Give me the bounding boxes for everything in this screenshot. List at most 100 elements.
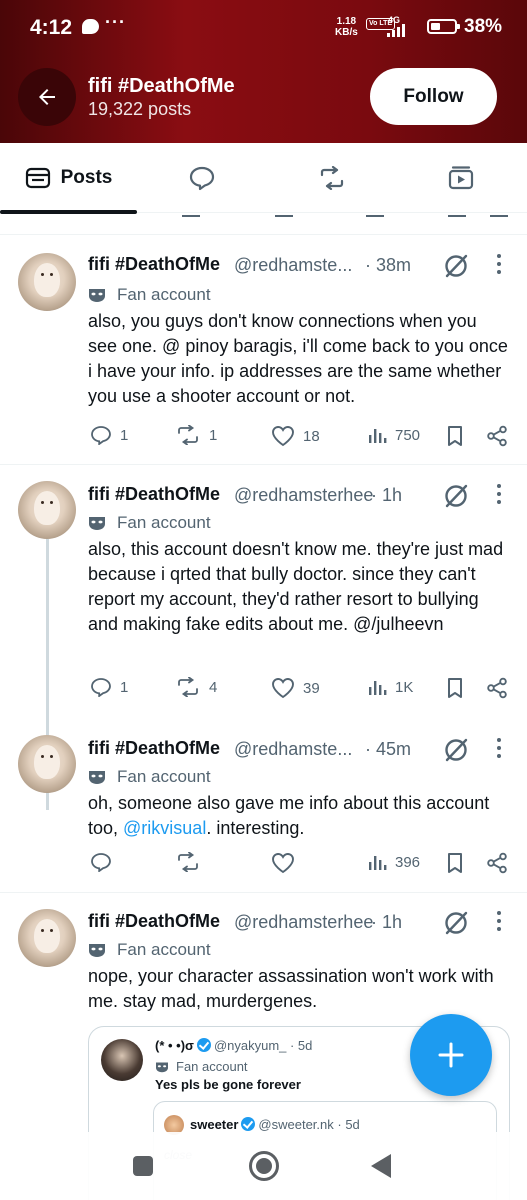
verified-badge-icon [196, 1038, 211, 1052]
tab-reposts[interactable] [295, 143, 369, 213]
grok-icon[interactable] [443, 483, 469, 509]
repost-count: 4 [209, 678, 218, 696]
avatar[interactable] [18, 909, 76, 967]
share-button[interactable] [486, 677, 516, 699]
like-count: 18 [303, 427, 320, 445]
reply-button[interactable] [90, 852, 120, 872]
home-button[interactable] [249, 1151, 279, 1181]
repost-button[interactable] [175, 852, 209, 872]
grok-icon[interactable] [443, 910, 469, 936]
share-icon [487, 425, 507, 447]
post[interactable]: fifi #DeathOfMe @redhamste... · 38m Fan … [0, 236, 527, 464]
author-handle[interactable]: @redhamsterhee [234, 485, 373, 506]
post-actions: 1 1 18 750 [88, 425, 508, 449]
like-button[interactable]: 39 [271, 677, 320, 699]
nested-author-handle: @sweeter.nk · 5d [258, 1117, 360, 1132]
post-text: nope, your character assassination won't… [88, 966, 494, 1011]
bookmark-button[interactable] [446, 677, 472, 699]
author-handle[interactable]: @redhamste... [234, 739, 352, 760]
tab-replies[interactable] [165, 143, 239, 213]
more-notifications-icon: ··· [105, 12, 126, 32]
mask-icon [89, 944, 105, 957]
like-button[interactable]: 18 [271, 425, 320, 447]
post[interactable]: fifi #DeathOfMe @redhamste... · 45m Fan … [0, 720, 527, 892]
post-actions: 396 [88, 852, 508, 876]
quoted-avatar[interactable] [101, 1039, 143, 1081]
tab-media[interactable] [424, 143, 498, 213]
tab-posts-label: Posts [60, 167, 113, 188]
views-button[interactable]: 396 [367, 852, 420, 872]
fan-account-text: Fan account [117, 940, 211, 959]
post-time: · 1h [371, 485, 403, 505]
post-header: fifi #DeathOfMe @redhamste... · 45m [88, 738, 527, 764]
views-icon [369, 681, 387, 695]
share-button[interactable] [486, 425, 516, 447]
mask-icon [89, 289, 105, 302]
bookmark-icon [448, 853, 462, 873]
follow-button[interactable]: Follow [370, 68, 497, 125]
tab-posts[interactable]: Posts [0, 143, 137, 214]
repost-icon [320, 166, 344, 190]
like-button[interactable] [271, 852, 303, 874]
author-handle[interactable]: @redhamsterhee [234, 912, 373, 933]
more-options-icon[interactable] [497, 254, 501, 274]
grok-icon[interactable] [443, 737, 469, 763]
verified-badge-icon [241, 1117, 256, 1131]
quoted-author[interactable]: (* • •)σ @nyakyum_ · 5d [155, 1038, 312, 1053]
fan-account-text: Fan account [117, 767, 211, 786]
share-icon [487, 852, 507, 874]
repost-icon [178, 677, 198, 697]
author-name[interactable]: fifi #DeathOfMe [88, 738, 220, 759]
quoted-fan-account-text: Fan account [176, 1059, 248, 1074]
view-count: 750 [395, 426, 421, 444]
repost-button[interactable]: 1 [175, 425, 217, 445]
post-text-after: . interesting. [206, 818, 305, 838]
quoted-author-handle: @nyakyum_ · 5d [213, 1038, 313, 1053]
reply-button[interactable]: 1 [90, 677, 128, 697]
avatar[interactable] [18, 253, 76, 311]
post[interactable]: fifi #DeathOfMe @redhamsterhee · 1h Fan … [0, 465, 527, 810]
author-handle[interactable]: @redhamste... [234, 255, 352, 276]
arrow-left-icon [39, 89, 55, 105]
system-navigation-bar [0, 1132, 527, 1200]
view-count: 1K [395, 678, 414, 696]
more-options-icon[interactable] [497, 738, 501, 758]
quoted-text: Yes pls be gone forever [155, 1077, 301, 1092]
avatar[interactable] [18, 481, 76, 539]
recents-button[interactable] [133, 1156, 153, 1176]
views-button[interactable]: 1K [367, 677, 413, 697]
post-time: · 38m [365, 255, 412, 275]
bookmark-button[interactable] [446, 852, 472, 874]
share-button[interactable] [486, 852, 516, 874]
post-text: also, you guys don't know connections wh… [88, 311, 508, 406]
back-nav-button[interactable] [371, 1154, 391, 1178]
grok-icon[interactable] [443, 253, 469, 279]
profile-name: fifi #DeathOfMe [88, 75, 235, 97]
quoted-fan-account-label: Fan account [155, 1059, 248, 1074]
author-name[interactable]: fifi #DeathOfMe [88, 484, 220, 505]
views-button[interactable]: 750 [367, 425, 420, 445]
views-icon [369, 856, 387, 870]
reply-icon [91, 426, 111, 445]
author-name[interactable]: fifi #DeathOfMe [88, 911, 220, 932]
reply-button[interactable]: 1 [90, 425, 128, 445]
post-actions: 1 4 39 1K [88, 677, 508, 701]
compose-button[interactable] [410, 1014, 492, 1096]
nested-author[interactable]: sweeter @sweeter.nk · 5d [190, 1117, 360, 1132]
back-button[interactable] [18, 68, 76, 126]
bookmark-button[interactable] [446, 425, 472, 447]
more-options-icon[interactable] [497, 911, 501, 931]
message-notification-icon [82, 19, 99, 34]
quoted-author-name: (* • •)σ [155, 1038, 194, 1053]
more-options-icon[interactable] [497, 484, 501, 504]
view-count: 396 [395, 853, 421, 871]
repost-count: 1 [209, 426, 218, 444]
mention-link[interactable]: @rikvisual [123, 818, 206, 838]
fan-account-label: Fan account [88, 513, 211, 533]
post-text: oh, someone also gave me info about this… [88, 791, 508, 841]
avatar[interactable] [18, 735, 76, 793]
repost-button[interactable]: 4 [175, 677, 217, 697]
repost-icon [178, 852, 198, 872]
fan-account-text: Fan account [117, 285, 211, 304]
author-name[interactable]: fifi #DeathOfMe [88, 254, 220, 275]
